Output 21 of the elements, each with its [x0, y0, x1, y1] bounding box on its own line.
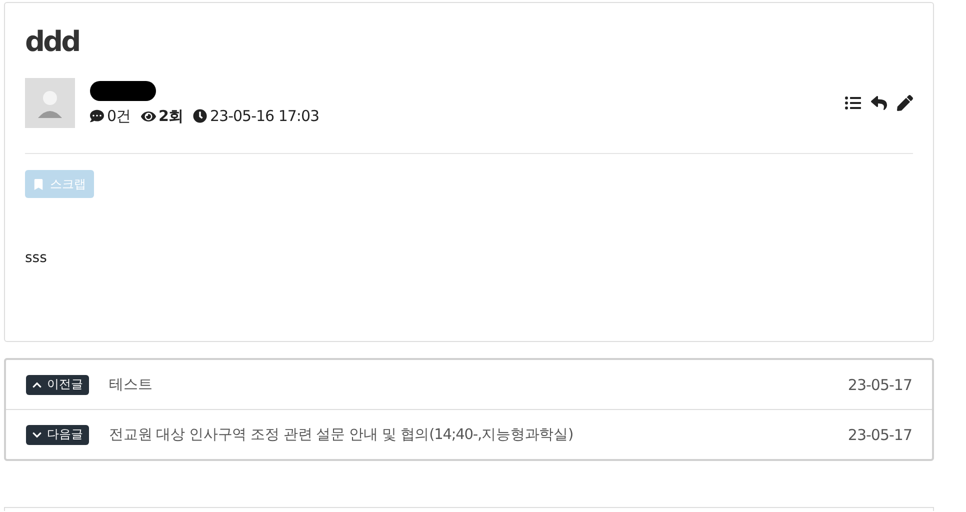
- chevron-up-icon: [32, 380, 42, 390]
- chevron-down-icon: [32, 430, 42, 440]
- eye-icon: [140, 108, 156, 124]
- post-stat: 2회: [140, 106, 183, 126]
- list-icon[interactable]: [845, 95, 861, 111]
- clock-icon: [192, 109, 207, 123]
- bookmark-icon: [33, 178, 44, 190]
- post-body: sss: [25, 250, 47, 266]
- reply-icon[interactable]: [871, 95, 887, 111]
- post-title: ddd: [25, 25, 80, 59]
- post-date: 23-05-17: [848, 426, 912, 444]
- tag-label: 이전글: [47, 376, 83, 393]
- avatar-icon: [25, 78, 75, 128]
- post-stat: 23-05-16 17:03: [192, 107, 320, 125]
- post-link[interactable]: 전교원 대상 인사구역 조정 관련 설문 안내 및 협의(14;40-,지능형과학실): [109, 425, 574, 444]
- post-stat: 0건: [90, 106, 131, 126]
- post-link[interactable]: 테스트: [109, 375, 152, 394]
- tag-label: 다음글: [47, 426, 83, 443]
- post-date: 23-05-17: [848, 376, 912, 394]
- edit-icon[interactable]: [897, 95, 913, 111]
- speech-bubble-icon: [90, 109, 104, 123]
